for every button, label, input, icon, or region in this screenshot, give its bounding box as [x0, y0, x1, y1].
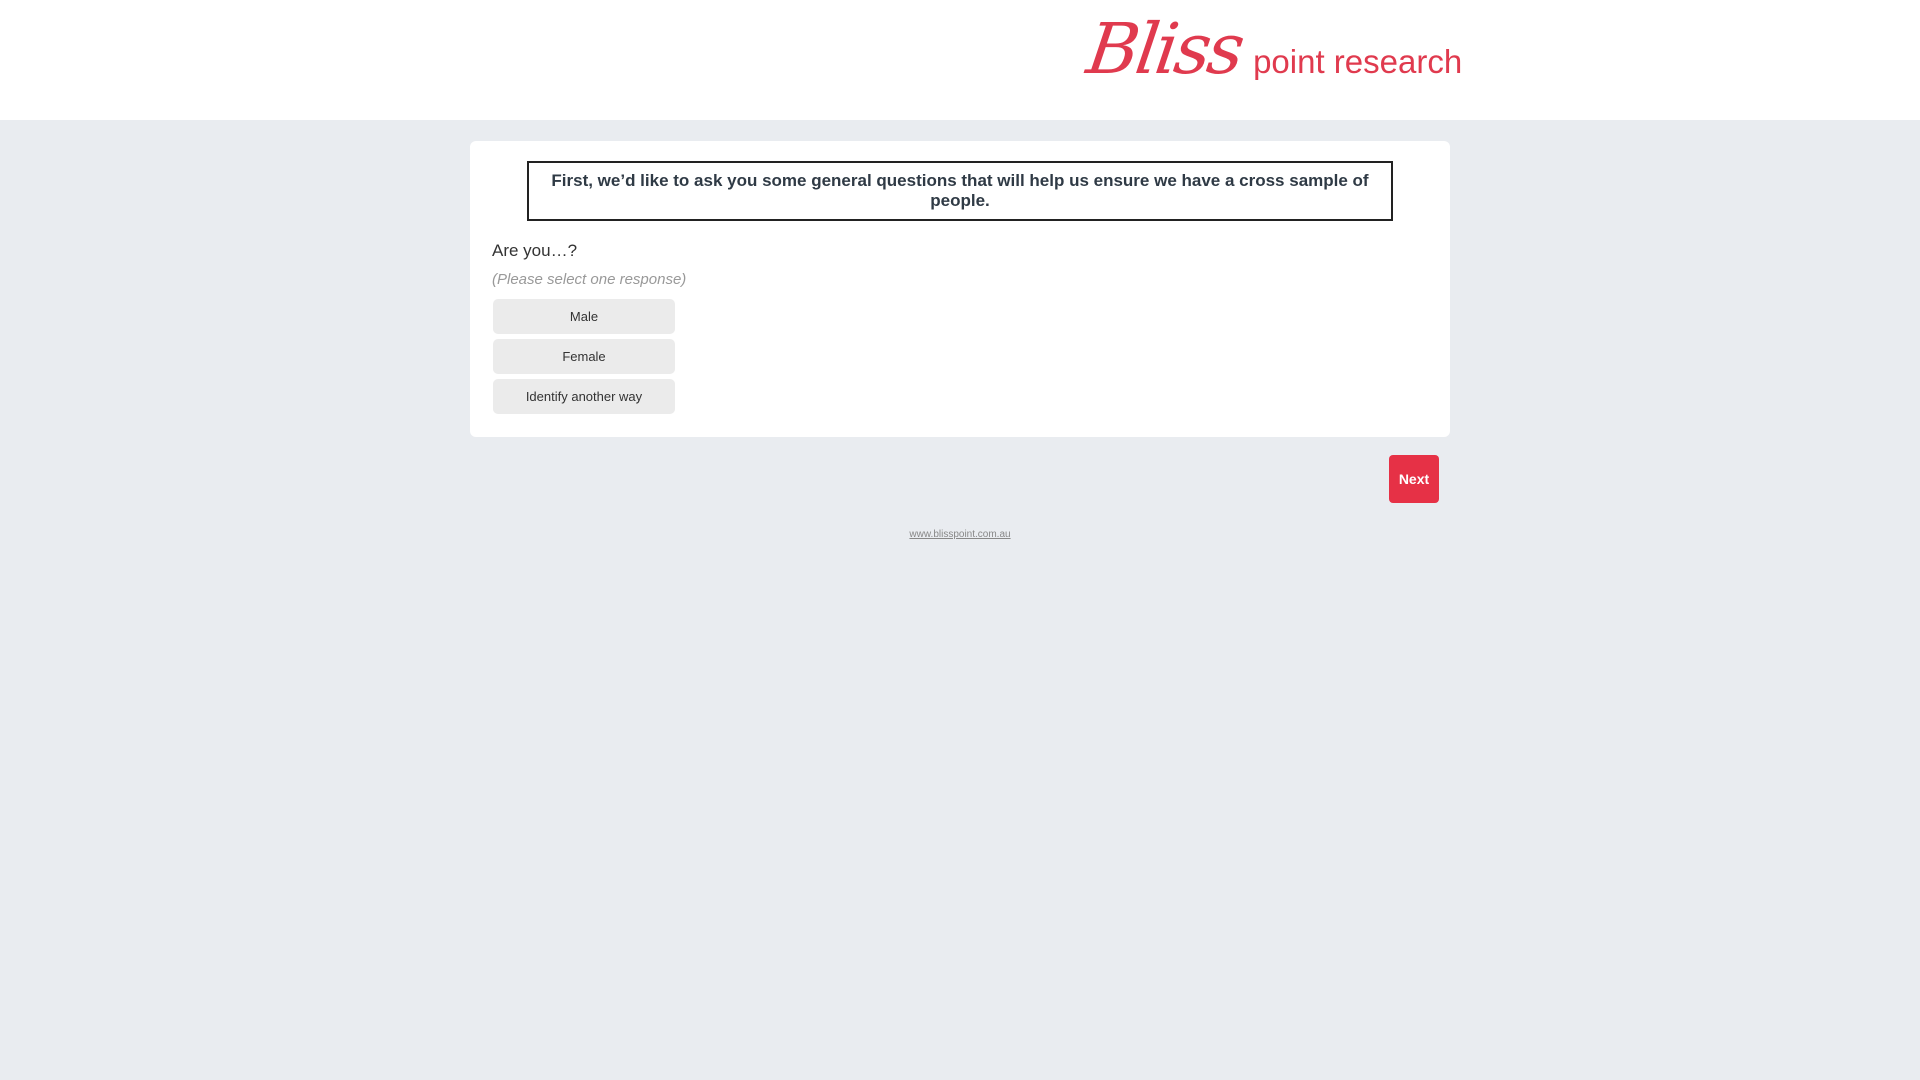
option-male-button[interactable]: Male [493, 299, 675, 334]
footer: www.blisspoint.com.au [0, 529, 1920, 540]
survey-card: First, we’d like to ask you some general… [470, 141, 1450, 437]
page-header: Bliss point research [0, 0, 1920, 120]
intro-text-box: First, we’d like to ask you some general… [527, 161, 1393, 221]
option-female-button[interactable]: Female [493, 339, 675, 374]
logo-subtitle-text: point research [1253, 43, 1463, 80]
website-link[interactable]: www.blisspoint.com.au [909, 529, 1010, 540]
question-text: Are you…? [492, 241, 578, 260]
next-button[interactable]: Next [1389, 455, 1439, 503]
response-options: Male Female Identify another way [493, 299, 675, 414]
instruction-text: (Please select one response) [492, 271, 687, 288]
option-identify-another-way-button[interactable]: Identify another way [493, 379, 675, 414]
logo-script-text: Bliss [1082, 8, 1247, 90]
brand-logo: Bliss point research [1082, 4, 1463, 90]
